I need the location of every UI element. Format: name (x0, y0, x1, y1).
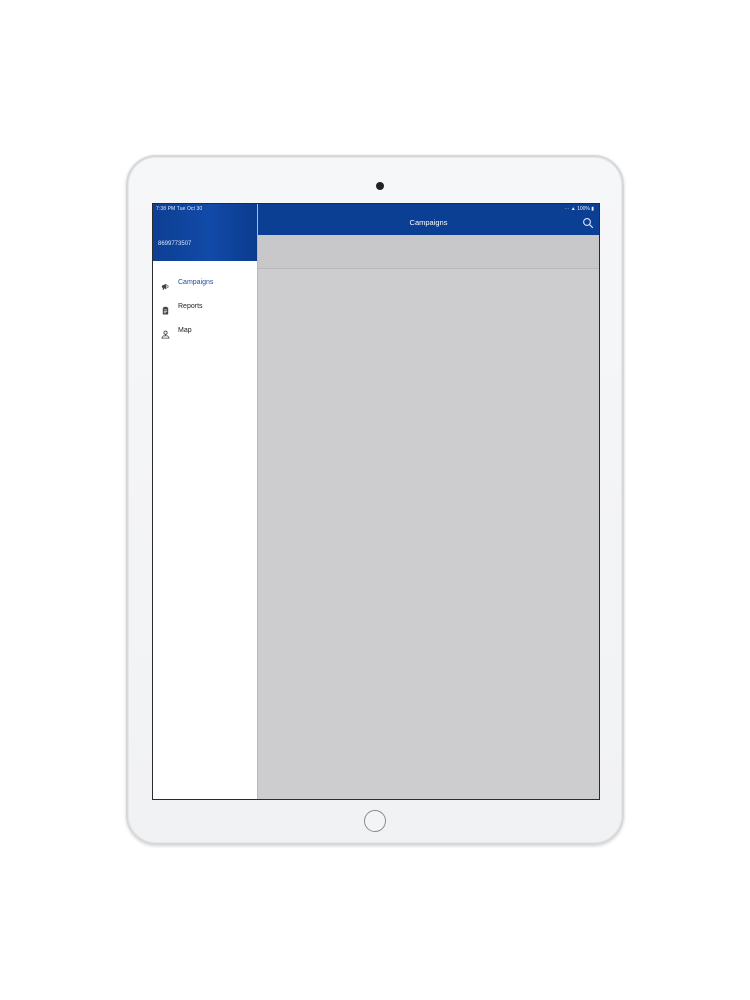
home-button[interactable] (364, 810, 386, 832)
sidebar-item-label: Campaigns (178, 278, 214, 286)
sidebar-nav: Campaigns Reports Map (153, 270, 257, 342)
sidebar-item-map[interactable]: Map (153, 318, 257, 342)
sidebar-item-reports[interactable]: Reports (153, 294, 257, 318)
campaign-list (258, 269, 599, 799)
clipboard-icon (161, 302, 170, 315)
sidebar-item-label: Map (178, 326, 192, 334)
status-indicators: ⋯ ▲ 100% ▮ (564, 206, 594, 212)
ipad-frame: 7:38 PM Tue Oct 30 8699773507 Campaigns (126, 155, 624, 845)
list-header (258, 235, 599, 269)
search-button[interactable] (582, 216, 594, 229)
app-screen: 7:38 PM Tue Oct 30 8699773507 Campaigns (152, 203, 600, 800)
sidebar: 7:38 PM Tue Oct 30 8699773507 Campaigns (153, 204, 258, 799)
search-icon (583, 218, 594, 229)
sidebar-header: 7:38 PM Tue Oct 30 8699773507 (153, 204, 257, 261)
account-number: 8699773507 (158, 241, 192, 247)
main-panel: ⋯ ▲ 100% ▮ Campaigns (258, 204, 599, 799)
sidebar-item-label: Reports (178, 302, 203, 310)
page: 7:38 PM Tue Oct 30 8699773507 Campaigns (0, 0, 750, 1000)
megaphone-icon (161, 278, 170, 290)
status-time: 7:38 PM Tue Oct 30 (156, 206, 203, 212)
map-marker-icon (161, 326, 170, 339)
page-title: Campaigns (409, 218, 448, 227)
nav-bar: ⋯ ▲ 100% ▮ Campaigns (258, 204, 599, 235)
sidebar-item-campaigns[interactable]: Campaigns (153, 270, 257, 294)
front-camera (376, 182, 384, 190)
